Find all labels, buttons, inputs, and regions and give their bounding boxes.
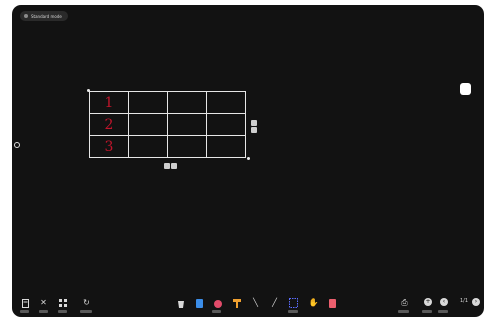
page-indicator: 1/1 <box>460 298 469 304</box>
side-drawer-handle[interactable] <box>14 142 20 148</box>
floating-menu-button[interactable] <box>460 83 471 95</box>
add-row-button[interactable] <box>164 163 170 169</box>
tools-icon[interactable]: ✕ <box>39 298 48 308</box>
toolbar-caption <box>212 310 221 313</box>
whiteboard-canvas[interactable]: Standard mode 1 2 3 ✕ ↻ ╲ ╱ ✋ ⎙ + ‹ 1/1 … <box>12 5 484 317</box>
hammer-icon[interactable] <box>232 298 241 308</box>
table-cell[interactable] <box>167 91 207 114</box>
resize-handle-bottom-right[interactable] <box>247 157 250 160</box>
hand-icon[interactable]: ✋ <box>309 298 319 308</box>
toolbar-caption <box>422 310 432 313</box>
cup-icon[interactable] <box>195 298 204 308</box>
save-icon[interactable]: ⎙ <box>400 298 409 308</box>
remove-row-button[interactable] <box>171 163 177 169</box>
add-column-button[interactable] <box>251 120 257 126</box>
table-cell[interactable] <box>128 135 168 158</box>
table-cell[interactable] <box>206 135 246 158</box>
grid-icon[interactable] <box>58 298 67 308</box>
table-cell[interactable]: 3 <box>89 135 129 158</box>
table-cell[interactable] <box>206 91 246 114</box>
resize-handle-top-left[interactable] <box>87 89 90 92</box>
next-page-icon[interactable]: › <box>472 298 480 306</box>
table-grid: 1 2 3 <box>89 91 246 158</box>
drawn-table[interactable]: 1 2 3 <box>87 89 257 169</box>
table-cell[interactable]: 2 <box>89 113 129 136</box>
table-cell[interactable] <box>167 113 207 136</box>
table-row: 1 <box>89 91 246 114</box>
table-cell[interactable] <box>167 135 207 158</box>
remove-column-button[interactable] <box>251 127 257 133</box>
mode-icon <box>24 14 28 18</box>
bottom-toolbar: ✕ ↻ ╲ ╱ ✋ ⎙ + ‹ 1/1 › <box>12 295 484 317</box>
table-row: 3 <box>89 135 246 158</box>
toolbar-caption <box>39 310 48 313</box>
toolbar-caption <box>58 310 67 313</box>
mode-indicator[interactable]: Standard mode <box>20 11 68 21</box>
table-cell[interactable]: 1 <box>89 91 129 114</box>
table-cell[interactable] <box>128 91 168 114</box>
table-row: 2 <box>89 113 246 136</box>
toolbar-caption <box>398 310 409 313</box>
brush-icon[interactable]: ╲ <box>251 298 260 308</box>
prev-page-icon[interactable]: ‹ <box>440 298 448 306</box>
mode-label: Standard mode <box>31 13 62 19</box>
file-icon[interactable] <box>21 298 30 308</box>
refresh-icon[interactable]: ↻ <box>82 298 91 308</box>
pen-icon[interactable]: ╱ <box>270 298 279 308</box>
table-cell[interactable] <box>128 113 168 136</box>
toolbar-caption <box>288 310 298 313</box>
paint-icon[interactable] <box>213 298 222 308</box>
toolbar-caption <box>438 310 448 313</box>
select-icon[interactable] <box>289 298 298 308</box>
add-page-icon[interactable]: + <box>424 298 432 306</box>
bucket-icon[interactable] <box>176 298 185 308</box>
toolbar-caption <box>80 310 92 313</box>
table-cell[interactable] <box>206 113 246 136</box>
eraser-icon[interactable] <box>328 298 337 308</box>
toolbar-caption <box>20 310 29 313</box>
